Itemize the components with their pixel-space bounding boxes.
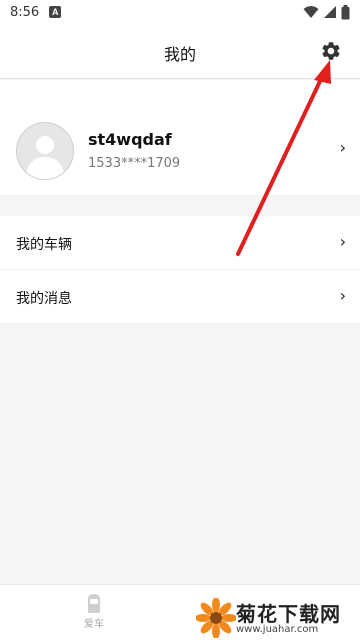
menu-item-my-vehicle[interactable]: 我的车辆 › [0, 216, 360, 270]
phone-number: 1533****1709 [88, 156, 181, 171]
watermark-title: 菊花下载网 [236, 602, 341, 626]
watermark: 菊花下载网 www.juahar.com [196, 596, 360, 640]
status-time: 8:56 [10, 4, 40, 20]
menu-item-my-messages[interactable]: 我的消息 › [0, 270, 360, 323]
header: 我的 [0, 24, 360, 79]
chevron-right-icon: › [339, 286, 346, 305]
chevron-right-icon: › [339, 138, 346, 157]
username: st4wqdaf [88, 130, 172, 149]
gear-icon[interactable] [320, 40, 342, 62]
menu-item-label: 我的车辆 [16, 237, 72, 253]
chevron-right-icon: › [339, 232, 346, 251]
avatar-icon [25, 136, 65, 179]
wifi-icon [303, 6, 319, 18]
menu-item-label: 我的消息 [16, 291, 72, 307]
car-icon [88, 594, 100, 613]
menu-list: 我的车辆 › 我的消息 › [0, 216, 360, 323]
notification-badge: A [49, 6, 62, 18]
page-title: 我的 [163, 45, 196, 64]
watermark-url: www.juahar.com [236, 624, 319, 635]
avatar[interactable] [16, 122, 74, 180]
flower-icon [196, 598, 236, 638]
battery-icon [341, 4, 350, 19]
profile-card[interactable]: st4wqdaf 1533****1709 › [0, 80, 360, 195]
status-bar: 8:56 A [0, 0, 360, 24]
tab-car[interactable]: 爱车 [64, 591, 124, 630]
signal-icon [324, 6, 336, 18]
tab-label: 爱车 [84, 619, 104, 630]
